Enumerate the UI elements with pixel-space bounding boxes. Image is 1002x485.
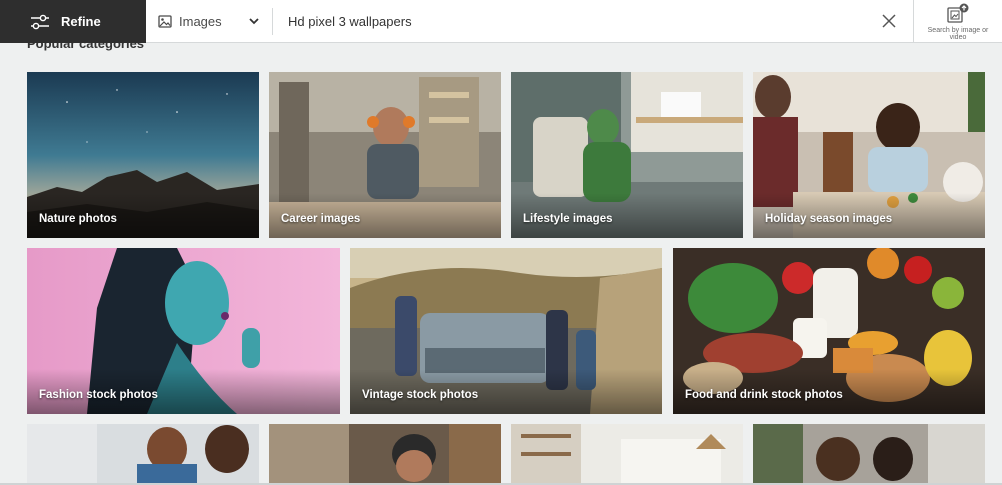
image-upload-icon [947,3,969,23]
search-divider [272,8,273,35]
filter-sliders-icon [31,14,49,29]
search-bar: Refine Images Search by image or video [0,0,1002,43]
content-type-dropdown[interactable]: Images [146,0,272,43]
refine-label: Refine [61,14,101,29]
category-tile-partial[interactable] [27,424,259,485]
tile-image [511,424,743,485]
tile-label: Food and drink stock photos [685,389,843,401]
category-tile-food[interactable]: Food and drink stock photos [673,248,985,414]
tile-image [753,424,985,485]
category-tile-partial[interactable] [511,424,743,485]
category-tile-partial[interactable] [269,424,501,485]
tile-label: Nature photos [39,213,117,225]
clear-search-button[interactable] [878,10,900,32]
search-by-image-label: Search by image or video [927,27,989,41]
close-icon [882,14,896,28]
tile-image [269,424,501,485]
search-by-image-button[interactable]: Search by image or video [913,0,1002,43]
category-tile-holiday[interactable]: Holiday season images [753,72,985,238]
refine-button[interactable]: Refine [0,0,146,43]
tile-label: Career images [281,213,361,225]
tile-label: Vintage stock photos [362,389,479,401]
category-tile-vintage[interactable]: Vintage stock photos [350,248,662,414]
category-tile-fashion[interactable]: Fashion stock photos [27,248,340,414]
category-tile-career[interactable]: Career images [269,72,501,238]
content-type-label: Images [179,14,222,29]
category-tile-partial[interactable] [753,424,985,485]
chevron-down-icon [249,18,259,25]
category-tile-lifestyle[interactable]: Lifestyle images [511,72,743,238]
category-tile-nature[interactable]: Nature photos [27,72,259,238]
tile-label: Holiday season images [765,213,893,225]
search-input[interactable] [288,8,858,35]
tile-label: Lifestyle images [523,213,613,225]
image-icon [158,15,172,28]
tile-image [27,424,259,485]
tile-label: Fashion stock photos [39,389,158,401]
